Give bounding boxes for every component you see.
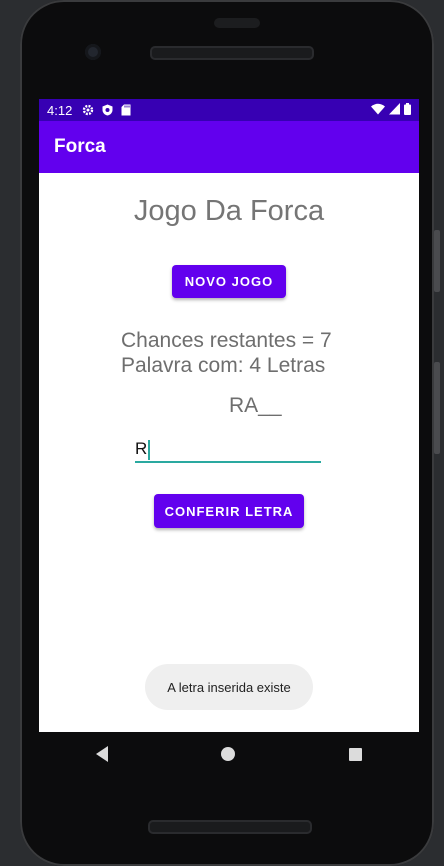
home-icon[interactable]: [221, 747, 236, 761]
main-content: Jogo Da Forca NOVO JOGO Chances restante…: [39, 173, 419, 732]
letter-input[interactable]: R: [135, 437, 321, 463]
front-camera: [85, 44, 101, 60]
volume-button[interactable]: [434, 362, 440, 454]
earpiece: [214, 18, 260, 28]
sd-card-icon: [121, 104, 131, 116]
text-cursor: [148, 439, 151, 460]
status-bar: 4:12: [39, 99, 419, 121]
app-bar-title: Forca: [54, 136, 106, 157]
wifi-icon: [371, 103, 385, 118]
power-button[interactable]: [434, 230, 440, 292]
word-length-text: Palavra com: 4 Letras: [121, 354, 326, 377]
page-title: Jogo Da Forca: [133, 195, 325, 227]
app-screen: 4:12 Forca Jogo Da Forca NOVO JOGO Chanc…: [39, 99, 419, 732]
bottom-speaker: [148, 820, 312, 834]
battery-icon: [404, 102, 411, 118]
status-time: 4:12: [47, 102, 73, 118]
navigation-bar: [39, 732, 419, 776]
word-display: RA__: [229, 394, 282, 417]
top-speaker: [150, 46, 314, 60]
letter-input-value: R: [135, 439, 148, 458]
back-icon[interactable]: [95, 746, 108, 762]
new-game-button[interactable]: NOVO JOGO: [172, 265, 286, 298]
shield-icon: [102, 104, 113, 116]
check-letter-button[interactable]: CONFERIR LETRA: [154, 494, 304, 528]
toast-message: A letra inserida existe: [145, 664, 313, 710]
signal-icon: [389, 102, 400, 118]
recents-icon[interactable]: [349, 747, 363, 761]
game-info: Chances restantes = 7 Palavra com: 4 Let…: [121, 328, 332, 378]
gear-icon: [82, 104, 94, 116]
app-bar: Forca: [39, 121, 419, 173]
chances-remaining-text: Chances restantes = 7: [121, 329, 332, 352]
